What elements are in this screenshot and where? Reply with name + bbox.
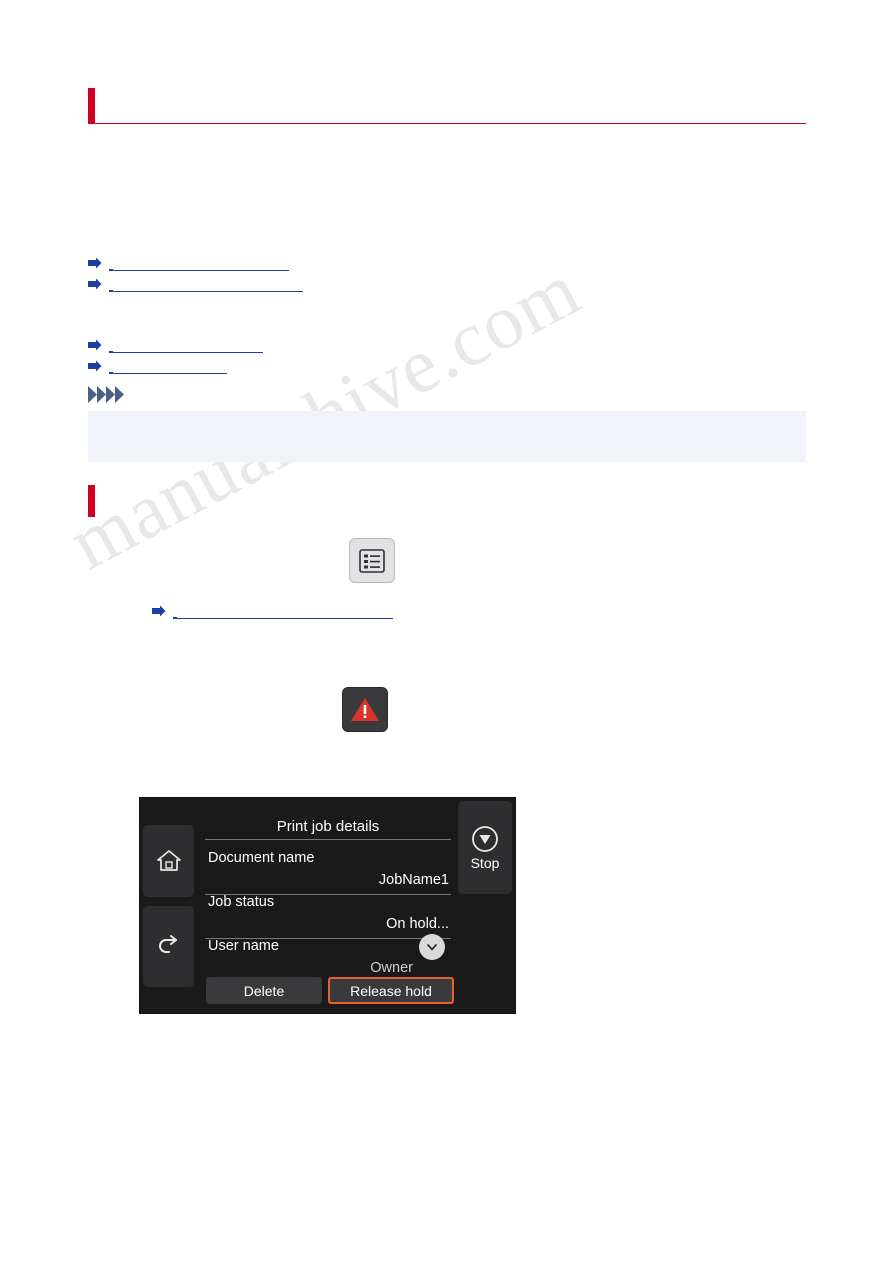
lcd-title: Print job details bbox=[276, 818, 380, 835]
lcd-row-value: Owner bbox=[370, 960, 413, 976]
lcd-row-label: User name bbox=[208, 938, 279, 954]
document-page: manualshive.com bbox=[0, 0, 893, 1263]
arrow-right-icon bbox=[152, 605, 166, 616]
arrow-right-icon bbox=[88, 278, 102, 289]
heading-underline bbox=[95, 123, 806, 124]
arrow-right-icon bbox=[88, 257, 102, 268]
section-heading-rule bbox=[88, 485, 118, 517]
lcd-delete-button[interactable]: Delete bbox=[206, 977, 322, 1004]
link-label bbox=[109, 336, 263, 353]
lcd-left-keys bbox=[140, 798, 197, 1013]
heading-accent-bar bbox=[88, 88, 95, 124]
lcd-stop-key[interactable]: Stop bbox=[458, 801, 512, 894]
note-box bbox=[88, 411, 806, 462]
link-item[interactable] bbox=[88, 357, 227, 374]
warning-exclamation-icon bbox=[351, 697, 379, 721]
note-chevrons-icon bbox=[88, 386, 124, 403]
home-icon bbox=[156, 850, 181, 871]
lcd-release-hold-button[interactable]: Release hold bbox=[328, 977, 454, 1004]
lcd-home-key[interactable] bbox=[143, 825, 194, 897]
page-heading-rule bbox=[88, 88, 806, 124]
lcd-row-label: Document name bbox=[208, 850, 315, 866]
lcd-right-keys: Stop bbox=[455, 798, 515, 1013]
lcd-back-key[interactable] bbox=[143, 906, 194, 987]
alert-icon-tile bbox=[342, 687, 388, 732]
stop-octagon-icon bbox=[472, 825, 498, 852]
lcd-stop-label: Stop bbox=[470, 854, 500, 871]
lcd-scroll-down-button[interactable] bbox=[419, 934, 445, 960]
link-label bbox=[109, 254, 289, 271]
lcd-row-value: On hold... bbox=[386, 916, 449, 932]
lcd-divider bbox=[205, 839, 451, 840]
link-label bbox=[109, 357, 227, 374]
link-item[interactable] bbox=[88, 336, 263, 353]
section-accent-bar bbox=[88, 485, 95, 517]
lcd-row-label: Job status bbox=[208, 894, 275, 910]
link-label bbox=[109, 275, 303, 292]
chevron-down-icon bbox=[427, 944, 437, 951]
printer-lcd-screenshot: Print job details Document name JobName1… bbox=[139, 797, 516, 1014]
lcd-row-value: JobName1 bbox=[378, 872, 449, 888]
link-item[interactable] bbox=[88, 254, 289, 271]
arrow-right-icon bbox=[88, 339, 102, 350]
list-menu-icon bbox=[359, 548, 385, 573]
link-label bbox=[173, 602, 393, 619]
arrow-right-icon bbox=[88, 360, 102, 371]
link-item[interactable] bbox=[88, 275, 303, 292]
menu-icon-tile bbox=[349, 538, 395, 583]
link-item[interactable] bbox=[152, 602, 393, 619]
back-arrow-icon bbox=[158, 934, 177, 953]
watermark-line: manualshive.com bbox=[55, 217, 645, 588]
